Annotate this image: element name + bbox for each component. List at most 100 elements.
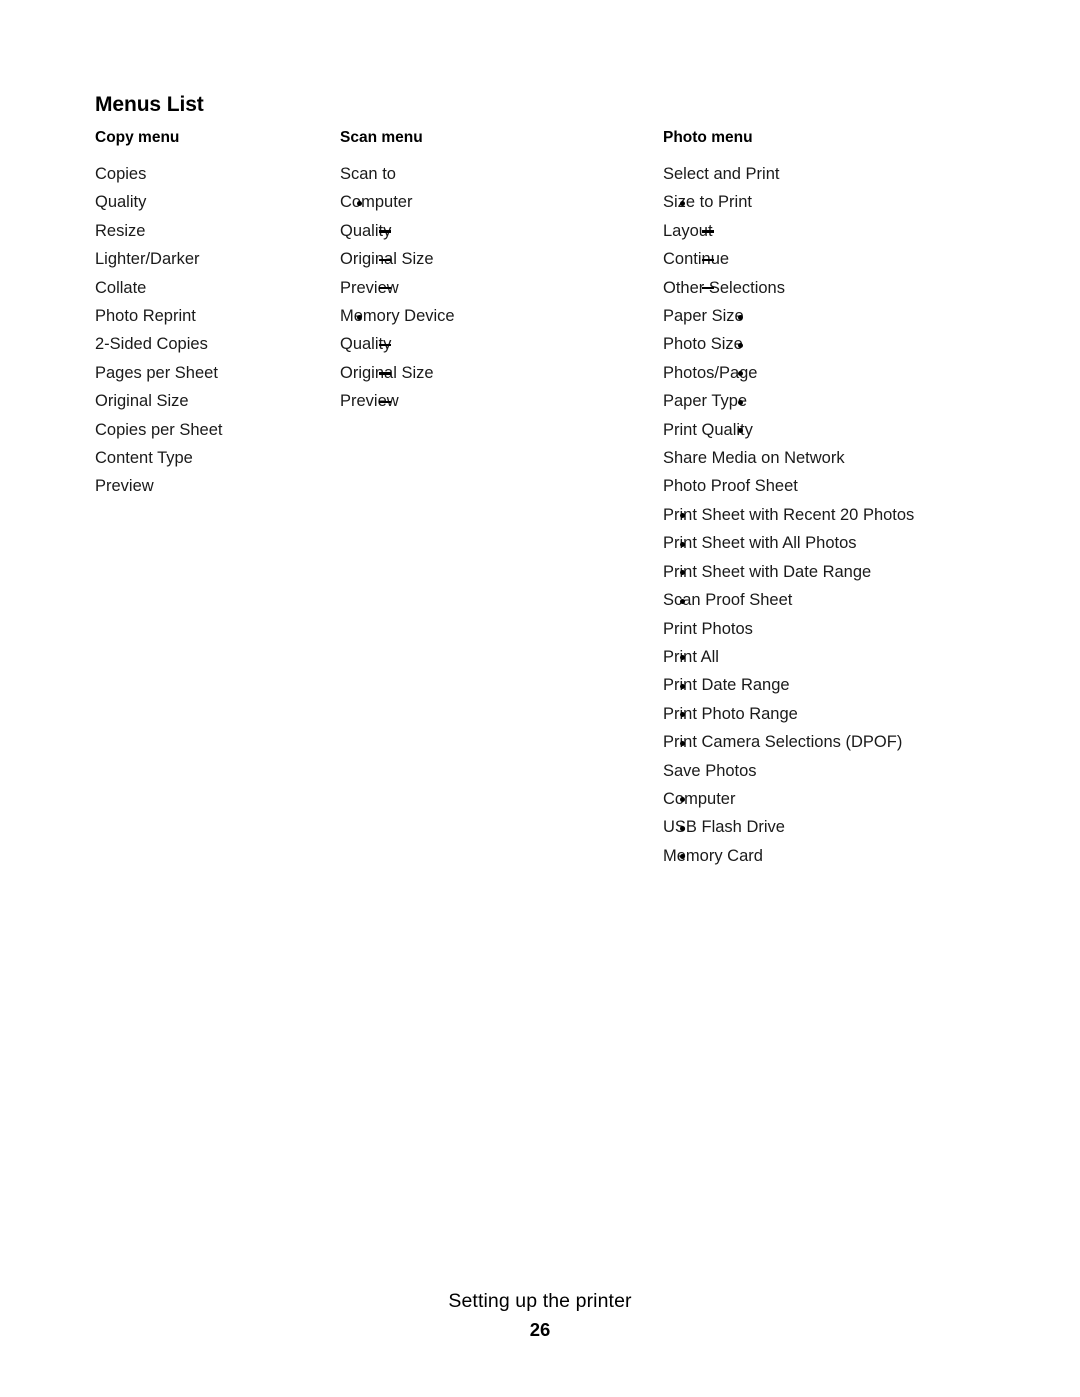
menu-item-label: Photo Proof Sheet xyxy=(663,477,798,496)
menu-item-label: Print Camera Selections (DPOF) xyxy=(663,733,903,752)
menu-item: Preview xyxy=(340,387,655,415)
footer-page-number: 26 xyxy=(529,1319,551,1340)
menu-item-label: Computer xyxy=(663,789,736,808)
menu-item-label: Preview xyxy=(340,278,399,297)
menu-item: Copies xyxy=(95,160,335,188)
menu-item: Layout xyxy=(663,217,1063,245)
menu-item-label: Pages per Sheet xyxy=(95,363,218,382)
menu-item: Computer xyxy=(340,188,655,216)
menu-item-label: Scan Proof Sheet xyxy=(663,591,793,610)
menu-item: Scan Proof Sheet xyxy=(663,586,1063,614)
column-copy-menu: Copy menu Copies Quality Resize Lighter/Dar… xyxy=(95,128,335,501)
menu-item: Original Size xyxy=(340,359,655,387)
document-page: Menus List Copy menu Copies Quality Resize… xyxy=(0,0,1080,1397)
menu-item: Preview xyxy=(340,274,655,302)
column-photo-menu: Photo menu Select and Print Size to Print… xyxy=(663,128,1063,870)
column-scan-menu: Scan menu Scan to Computer Quality Original… xyxy=(340,128,655,416)
footer-section-title: Setting up the printer xyxy=(448,1290,632,1312)
menu-item: Copies per Sheet xyxy=(95,416,335,444)
menu-item: Save Photos xyxy=(663,757,1063,785)
menu-item: Lighter/Darker xyxy=(95,245,335,273)
menu-item-label: Preview xyxy=(95,477,154,496)
menu-item: USB Flash Drive xyxy=(663,813,1063,841)
menu-item: Paper Size xyxy=(663,302,1063,330)
scan-menu-list: Scan to Computer Quality Original Size Previ… xyxy=(340,160,655,416)
menu-item: Memory Card xyxy=(663,842,1063,870)
menu-item: Resize xyxy=(95,217,335,245)
menu-item-label: Original Size xyxy=(340,250,434,269)
menu-item: Quality xyxy=(95,188,335,216)
menu-item-label: Memory Device xyxy=(340,307,455,326)
menu-item-label: Quality xyxy=(95,193,147,212)
menu-item-label: Photo Size xyxy=(663,335,743,354)
menu-item-label: Original Size xyxy=(95,392,189,411)
menu-item: Original Size xyxy=(340,245,655,273)
menu-item: Photo Proof Sheet xyxy=(663,472,1063,500)
page-title: Menus List xyxy=(95,93,204,116)
menu-item: Print Sheet with Recent 20 Photos xyxy=(663,501,1063,529)
menu-item-label: Print Quality xyxy=(663,420,753,439)
menu-item: Print Quality xyxy=(663,416,1063,444)
menu-item-label: Print Date Range xyxy=(663,676,790,695)
menu-item-label: Lighter/Darker xyxy=(95,250,200,269)
menu-item-label: Size to Print xyxy=(663,193,752,212)
menu-item: Original Size xyxy=(95,387,335,415)
menu-item-label: Preview xyxy=(340,392,399,411)
menu-item-label: Photos/Page xyxy=(663,363,758,382)
menu-item: Preview xyxy=(95,472,335,500)
menu-item: Memory Device xyxy=(340,302,655,330)
menu-item-label: Copies xyxy=(95,165,147,183)
menu-item: Print Camera Selections (DPOF) xyxy=(663,728,1063,756)
menu-item-label: Print Sheet with Date Range xyxy=(663,562,872,581)
menu-item-label: Print Sheet with Recent 20 Photos xyxy=(663,505,915,524)
menu-item-label: Collate xyxy=(95,278,147,297)
menu-item-label: Resize xyxy=(95,221,146,240)
menu-item: Print Sheet with Date Range xyxy=(663,558,1063,586)
menu-item-label: Continue xyxy=(663,250,730,269)
menu-item: Other Selections xyxy=(663,274,1063,302)
menu-item-label: Memory Card xyxy=(663,846,763,865)
menu-item-label: Paper Size xyxy=(663,307,744,326)
menu-item: Pages per Sheet xyxy=(95,359,335,387)
menu-item: Quality xyxy=(340,330,655,358)
menu-item: Photos/Page xyxy=(663,359,1063,387)
menu-item-label: Print Photos xyxy=(663,619,753,638)
menu-item-label: Select and Print xyxy=(663,165,780,183)
menu-item-label: Computer xyxy=(340,193,413,212)
menu-item: Photo Reprint xyxy=(95,302,335,330)
menu-item: Collate xyxy=(95,274,335,302)
menu-item-label: USB Flash Drive xyxy=(663,818,785,837)
menu-item: Print Sheet with All Photos xyxy=(663,529,1063,557)
menu-item-label: Other Selections xyxy=(663,278,785,297)
menu-item: Scan to xyxy=(340,160,655,188)
menu-item-label: Print Sheet with All Photos xyxy=(663,534,857,553)
menu-item: Size to Print xyxy=(663,188,1063,216)
menu-item-label: Original Size xyxy=(340,363,434,382)
menu-item: Computer xyxy=(663,785,1063,813)
menu-item-label: Layout xyxy=(663,221,713,240)
menu-item-label: Quality xyxy=(340,335,392,354)
menu-item-label: Save Photos xyxy=(663,761,757,780)
menu-item-label: Photo Reprint xyxy=(95,307,196,326)
menu-item-label: Paper Type xyxy=(663,392,748,411)
menu-item: Quality xyxy=(340,217,655,245)
menu-item-label: 2-Sided Copies xyxy=(95,335,208,354)
menu-item-label: Quality xyxy=(340,221,392,240)
menu-item-label: Content Type xyxy=(95,449,193,468)
menu-item: Print Photos xyxy=(663,615,1063,643)
menu-item: Select and Print xyxy=(663,160,1063,188)
menu-item-label: Copies per Sheet xyxy=(95,420,223,439)
menu-item-label: Print All xyxy=(663,647,719,666)
menu-item-label: Share Media on Network xyxy=(663,449,845,468)
menu-item: 2-Sided Copies xyxy=(95,330,335,358)
menu-item: Paper Type xyxy=(663,387,1063,415)
column-heading-photo-menu: Photo menu xyxy=(663,129,753,146)
menu-item-label: Print Photo Range xyxy=(663,704,798,723)
menu-item: Content Type xyxy=(95,444,335,472)
page-footer: Setting up the printer 26 xyxy=(0,1288,1080,1343)
menu-item: Print Date Range xyxy=(663,671,1063,699)
menu-item-label: Scan to xyxy=(340,165,396,183)
photo-menu-list: Select and Print Size to Print Layout Conti… xyxy=(663,160,1063,870)
menu-item: Share Media on Network xyxy=(663,444,1063,472)
column-heading-copy-menu: Copy menu xyxy=(95,129,180,146)
